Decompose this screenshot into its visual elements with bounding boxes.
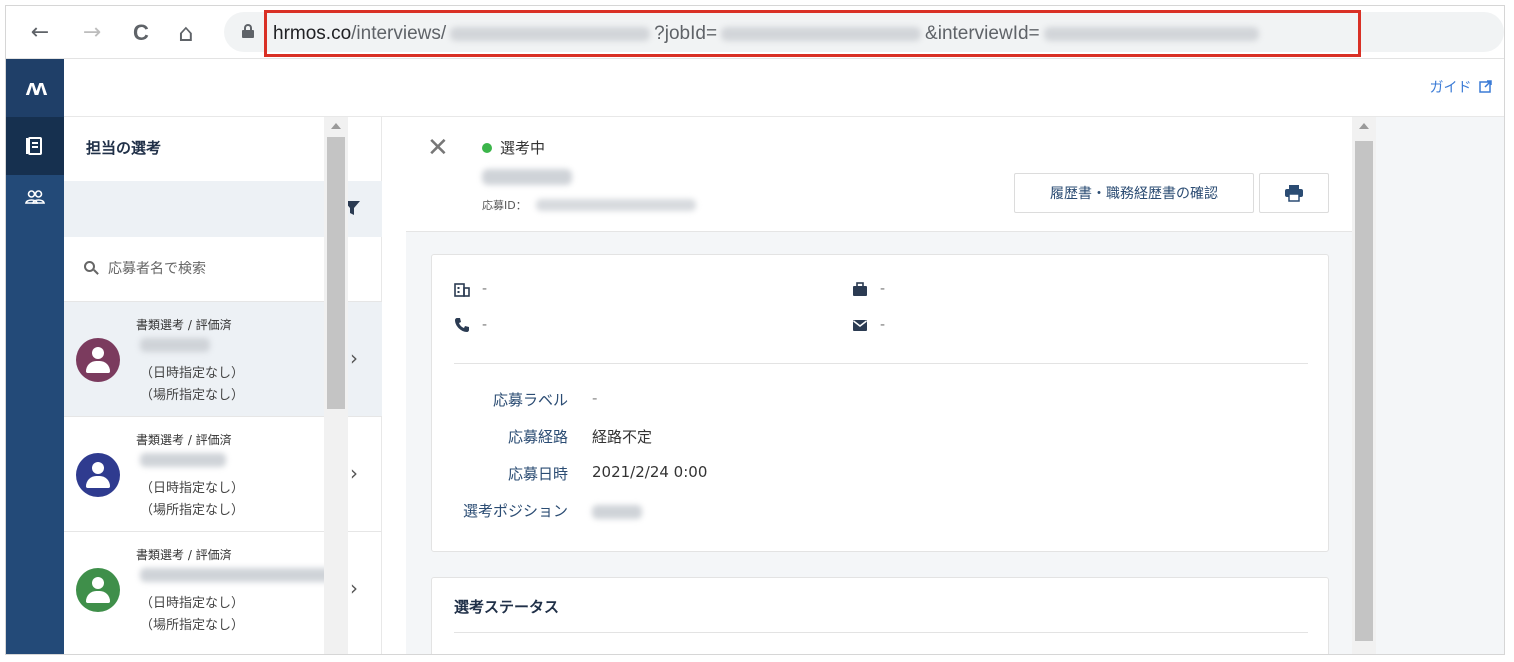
position-value-redacted bbox=[592, 505, 642, 519]
external-link-icon bbox=[1479, 80, 1492, 93]
candidate-stage: 書類選考 / 評価済 bbox=[136, 433, 232, 447]
date-field-value: 2021/2/24 0:00 bbox=[592, 463, 708, 481]
lock-icon[interactable] bbox=[242, 24, 254, 38]
avatar bbox=[76, 338, 120, 382]
status-dot bbox=[482, 143, 492, 153]
label-field-value: - bbox=[592, 389, 598, 407]
company-row: - bbox=[454, 281, 487, 297]
browser-toolbar: ← → C ⌂ hrmos.co /interviews/ ?jobId= &i… bbox=[6, 6, 1504, 59]
divider bbox=[454, 632, 1308, 633]
building-icon bbox=[454, 283, 470, 297]
status-text: 選考中 bbox=[500, 139, 546, 157]
label-field-label: 応募ラベル bbox=[492, 391, 568, 409]
list-scrollbar[interactable] bbox=[324, 117, 348, 654]
candidate-name-redacted bbox=[140, 568, 340, 582]
applicant-info-card: - - - - 応募ラベル - 応募経路 経路不定 応募日時 2021/2/24… bbox=[431, 254, 1329, 552]
candidate-datetime: （日時指定なし） bbox=[140, 366, 245, 381]
application-id-redacted bbox=[536, 199, 696, 211]
people-icon bbox=[24, 190, 46, 204]
forward-arrow-icon[interactable]: → bbox=[78, 19, 106, 47]
url-interview-param: &interviewId= bbox=[925, 22, 1040, 44]
scroll-up-arrow-icon[interactable] bbox=[1359, 123, 1369, 129]
app-header: ガイド bbox=[64, 59, 1504, 117]
print-icon bbox=[1285, 185, 1303, 202]
applicant-name-redacted bbox=[482, 169, 572, 185]
avatar bbox=[76, 453, 120, 497]
phone-icon bbox=[455, 318, 469, 332]
list-title: 担当の選考 bbox=[86, 139, 162, 157]
rail-item-selections[interactable] bbox=[6, 117, 64, 175]
close-icon[interactable]: ✕ bbox=[427, 135, 449, 161]
home-icon[interactable]: ⌂ bbox=[172, 19, 200, 47]
url-host: hrmos.co bbox=[273, 22, 352, 44]
selection-status-card: 選考ステータス bbox=[431, 577, 1329, 654]
url-path: /interviews/ bbox=[351, 22, 447, 44]
email-value: - bbox=[880, 317, 886, 333]
redacted-interview-id bbox=[1043, 26, 1259, 41]
detail-scrollbar[interactable] bbox=[1352, 117, 1376, 654]
mail-icon bbox=[853, 320, 867, 331]
rail-item-people[interactable] bbox=[6, 175, 64, 233]
search-icon bbox=[84, 261, 100, 277]
job-value: - bbox=[880, 281, 886, 297]
candidate-name-redacted bbox=[140, 453, 226, 467]
job-row: - bbox=[852, 281, 885, 297]
briefcase-icon bbox=[853, 282, 867, 296]
scroll-up-arrow-icon[interactable] bbox=[331, 123, 341, 129]
guide-link[interactable]: ガイド bbox=[1430, 77, 1492, 97]
avatar bbox=[76, 568, 120, 612]
url-highlight-box[interactable]: hrmos.co /interviews/ ?jobId= &interview… bbox=[264, 10, 1361, 57]
candidate-location: （場所指定なし） bbox=[140, 388, 245, 403]
scroll-thumb[interactable] bbox=[1355, 141, 1373, 641]
redacted-job-id bbox=[721, 26, 922, 41]
company-value: - bbox=[482, 281, 488, 297]
application-id-label: 応募ID： bbox=[482, 199, 527, 212]
reload-icon[interactable]: C bbox=[127, 19, 155, 47]
route-field-label: 応募経路 bbox=[507, 428, 568, 446]
candidate-stage: 書類選考 / 評価済 bbox=[136, 318, 232, 332]
chevron-right-icon: › bbox=[350, 461, 358, 485]
candidate-name-redacted bbox=[140, 338, 210, 352]
right-gutter bbox=[1376, 117, 1504, 654]
candidate-datetime: （日時指定なし） bbox=[140, 481, 245, 496]
app-logo[interactable]: ʌʌ bbox=[6, 59, 64, 117]
route-field-value: 経路不定 bbox=[592, 428, 653, 446]
chevron-right-icon: › bbox=[350, 346, 358, 370]
status-section-title: 選考ステータス bbox=[454, 598, 560, 616]
phone-row: - bbox=[454, 317, 487, 333]
candidate-datetime: （日時指定なし） bbox=[140, 596, 245, 611]
candidate-stage: 書類選考 / 評価済 bbox=[136, 548, 232, 562]
candidate-location: （場所指定なし） bbox=[140, 503, 245, 518]
date-field-label: 応募日時 bbox=[507, 465, 568, 483]
divider bbox=[454, 363, 1308, 364]
guide-label: ガイド bbox=[1429, 80, 1472, 96]
redacted-id bbox=[450, 26, 651, 41]
email-row: - bbox=[852, 317, 885, 333]
phone-value: - bbox=[482, 317, 488, 333]
url-job-param: ?jobId= bbox=[654, 22, 718, 44]
detail-panel: ✕ 選考中 応募ID： 履歴書・職務経歴書の確認 - - - - 応募ラベル -… bbox=[406, 117, 1352, 654]
print-button[interactable] bbox=[1259, 173, 1329, 213]
view-resume-button[interactable]: 履歴書・職務経歴書の確認 bbox=[1014, 173, 1254, 213]
search-input[interactable] bbox=[108, 261, 348, 277]
document-icon bbox=[26, 137, 42, 155]
back-arrow-icon[interactable]: ← bbox=[26, 19, 54, 47]
scroll-thumb[interactable] bbox=[327, 137, 345, 409]
position-field-label: 選考ポジション bbox=[462, 502, 568, 520]
screenshot-frame: ← → C ⌂ hrmos.co /interviews/ ?jobId= &i… bbox=[5, 5, 1505, 655]
chevron-right-icon: › bbox=[350, 576, 358, 600]
candidate-location: （場所指定なし） bbox=[140, 618, 245, 633]
side-rail: ʌʌ bbox=[6, 59, 64, 654]
detail-header: ✕ 選考中 応募ID： 履歴書・職務経歴書の確認 bbox=[406, 117, 1352, 232]
